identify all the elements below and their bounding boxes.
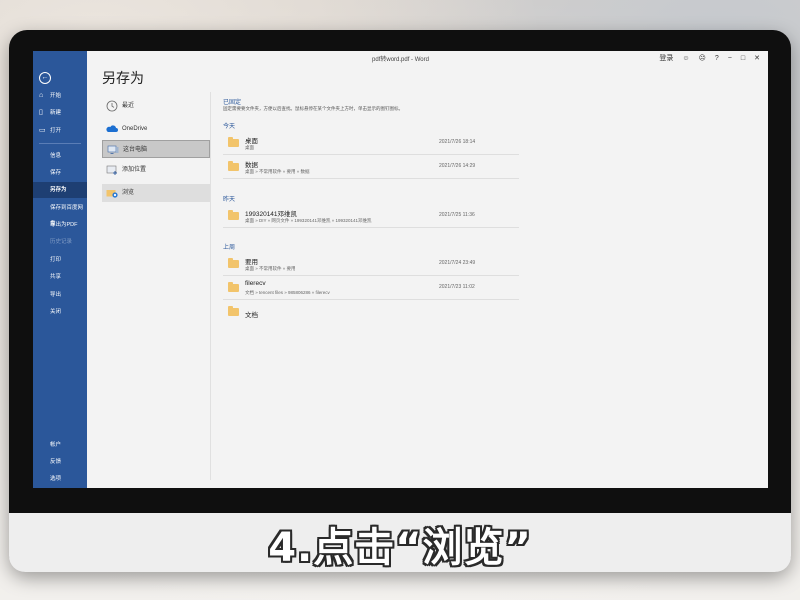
nav-account[interactable]: 帐户 — [33, 437, 87, 453]
nav-home[interactable]: ⌂ 开始 — [33, 88, 87, 104]
folder-row[interactable]: filerecv 文档 » tencent files » 985806286 … — [223, 277, 519, 300]
folder-name: 桌面 — [245, 138, 258, 145]
nav-close-label: 关闭 — [50, 309, 62, 315]
nav-feedback-label: 反馈 — [50, 459, 62, 465]
nav-new-label: 新建 — [50, 110, 62, 116]
nav-save[interactable]: 保存 — [33, 165, 87, 181]
folder-icon — [228, 210, 239, 220]
folder-date: 2021/7/25 11:36 — [439, 212, 475, 218]
nav-save-as[interactable]: 另存为 — [33, 182, 87, 198]
help-button[interactable]: ? — [715, 55, 719, 62]
nav-history-label: 历史记录 — [50, 239, 73, 245]
nav-close[interactable]: 关闭 — [33, 304, 87, 320]
section-today: 今天 — [223, 124, 236, 130]
nav-export-pdf[interactable]: 导出为PDF — [33, 217, 87, 233]
location-browse[interactable]: 浏览 — [102, 184, 210, 202]
section-pinned: 已固定 — [223, 100, 242, 106]
word-window: ← ⌂ 开始 ▯ 新建 ▭ 打开 信息 保存 另存为 保存到百度网盘 导出为PD… — [33, 51, 768, 488]
section-last-week: 上周 — [223, 245, 236, 251]
folder-icon — [228, 282, 239, 292]
folder-row[interactable]: 199320141邓维凯 桌面 » DIY » 网页文件 » 199320141… — [223, 205, 519, 228]
nav-account-label: 帐户 — [50, 442, 62, 448]
browse-folder-icon — [106, 190, 118, 198]
nav-open[interactable]: ▭ 打开 — [33, 123, 87, 139]
nav-save-baidu[interactable]: 保存到百度网盘 — [33, 200, 87, 227]
nav-save-as-label: 另存为 — [50, 187, 67, 193]
folder-open-icon: ▭ — [39, 127, 46, 134]
folder-row[interactable]: 要用 桌面 » 不常用软件 » 要用 2021/7/24 23:49 — [223, 253, 519, 276]
nav-print-label: 打印 — [50, 257, 62, 263]
frown-icon[interactable]: ☹ — [699, 54, 706, 62]
folder-row[interactable]: 桌面 桌面 2021/7/26 18:14 — [223, 132, 519, 155]
folder-name: 数据 — [245, 162, 258, 169]
folder-icon — [228, 137, 239, 147]
section-yesterday: 昨天 — [223, 197, 236, 203]
new-doc-icon: ▯ — [39, 109, 43, 116]
folder-date: 2021/7/23 11:02 — [439, 284, 475, 290]
folder-date: 2021/7/26 18:14 — [439, 139, 476, 145]
back-arrow-icon[interactable]: ← — [39, 72, 51, 84]
nav-info-label: 信息 — [50, 153, 62, 159]
location-add-place-label: 添加位置 — [122, 167, 147, 173]
folder-name: filerecv — [245, 280, 266, 287]
location-recent-label: 最近 — [122, 103, 135, 109]
title-bar: pdf转word.pdf - Word 登录 ☺ ☹ ? − □ ✕ — [33, 51, 768, 67]
location-browse-label: 浏览 — [122, 190, 135, 196]
folder-icon — [228, 161, 239, 171]
computer-icon — [107, 145, 119, 154]
location-this-pc[interactable]: 这台电脑 — [102, 140, 210, 158]
folder-icon — [228, 306, 239, 316]
location-this-pc-label: 这台电脑 — [123, 147, 148, 153]
folder-date: 2021/7/26 14:29 — [439, 163, 476, 169]
folder-path: 桌面 » 不常用软件 » 要用 » 数据 — [245, 169, 310, 174]
nav-options-label: 选项 — [50, 476, 62, 482]
nav-export-label: 导出 — [50, 292, 62, 298]
step-caption: 4.点击“浏览” — [268, 525, 532, 571]
minimize-icon[interactable]: − — [728, 55, 732, 62]
window-title: pdf转word.pdf - Word — [372, 57, 429, 63]
folder-path: 桌面 » 不常用软件 » 要用 — [245, 266, 296, 271]
pinned-description: 固定需要要文件夹，方便以后查找。鼠标悬停在某个文件夹上方时，单击显示的图钉图标。 — [223, 106, 403, 111]
nav-export-pdf-label: 导出为PDF — [50, 222, 78, 228]
nav-options[interactable]: 选项 — [33, 471, 87, 487]
nav-share[interactable]: 共享 — [33, 269, 87, 285]
nav-export[interactable]: 导出 — [33, 287, 87, 303]
add-location-icon — [106, 165, 117, 175]
nav-open-label: 打开 — [50, 128, 62, 134]
nav-history: 历史记录 — [33, 234, 87, 250]
panel-divider — [210, 92, 211, 480]
folder-name: 文档 — [245, 312, 258, 319]
close-icon[interactable]: ✕ — [754, 54, 760, 62]
smiley-icon[interactable]: ☺ — [682, 55, 689, 62]
folder-path: 桌面 — [245, 145, 254, 150]
folder-icon — [228, 258, 239, 268]
maximize-icon[interactable]: □ — [741, 55, 745, 62]
folder-name: 199320141邓维凯 — [245, 211, 298, 218]
folder-name: 要用 — [245, 259, 258, 266]
nav-info[interactable]: 信息 — [33, 148, 87, 164]
location-add-place[interactable]: 添加位置 — [102, 161, 210, 179]
folder-date: 2021/7/24 23:49 — [439, 260, 476, 266]
home-icon: ⌂ — [39, 92, 44, 99]
folder-path: 文档 » tencent files » 985806286 » filerec… — [245, 290, 330, 295]
nav-divider — [39, 143, 81, 144]
title-bar-controls: 登录 ☺ ☹ ? − □ ✕ — [659, 53, 760, 63]
page-title: 另存为 — [102, 70, 144, 86]
nav-print[interactable]: 打印 — [33, 252, 87, 268]
nav-share-label: 共享 — [50, 274, 62, 280]
clock-icon — [106, 100, 118, 112]
backstage-nav: ← ⌂ 开始 ▯ 新建 ▭ 打开 信息 保存 另存为 保存到百度网盘 导出为PD… — [33, 51, 87, 488]
location-onedrive-label: OneDrive — [122, 126, 148, 132]
signin-link[interactable]: 登录 — [659, 53, 673, 63]
location-recent[interactable]: 最近 — [102, 97, 210, 115]
nav-feedback[interactable]: 反馈 — [33, 454, 87, 470]
nav-new[interactable]: ▯ 新建 — [33, 105, 87, 121]
cloud-icon — [106, 125, 118, 132]
folder-row[interactable]: 文档 — [223, 301, 519, 323]
location-onedrive[interactable]: OneDrive — [102, 120, 210, 138]
nav-home-label: 开始 — [50, 93, 62, 99]
folder-row[interactable]: 数据 桌面 » 不常用软件 » 要用 » 数据 2021/7/26 14:29 — [223, 156, 519, 179]
folder-path: 桌面 » DIY » 网页文件 » 199320141邓维凯 » 1993201… — [245, 218, 372, 223]
nav-save-label: 保存 — [50, 170, 62, 176]
